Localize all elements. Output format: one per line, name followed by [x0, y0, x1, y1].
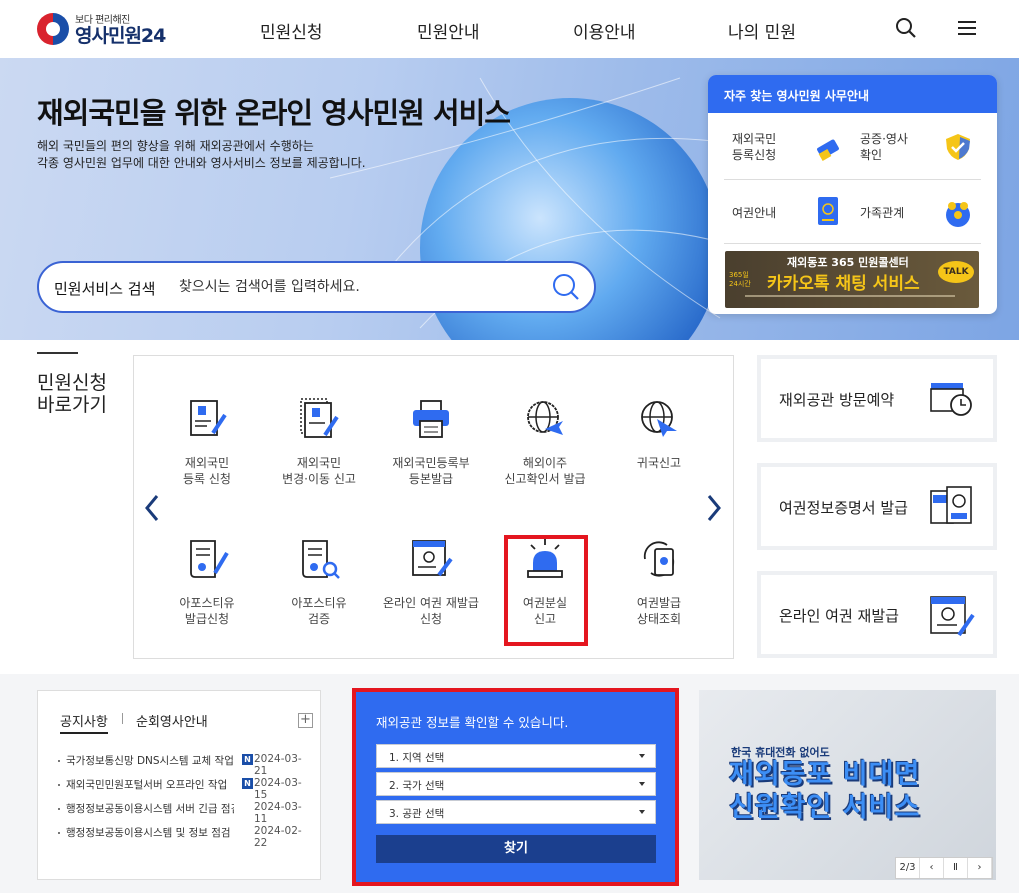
faq-divider: [724, 243, 981, 244]
svc-passport-status[interactable]: 여권발급 상태조회: [604, 537, 714, 627]
search-icon[interactable]: [894, 16, 918, 40]
search-input[interactable]: [179, 273, 539, 301]
page-indicator: 2/3: [896, 858, 920, 878]
faq-item-passport[interactable]: 여권안내: [732, 205, 776, 221]
shortcut-heading: 민원신청 바로가기: [37, 352, 107, 416]
certificate-pen-icon: [190, 540, 229, 578]
next-arrow-icon[interactable]: [705, 493, 723, 523]
svc-resident-change[interactable]: 재외국민 변경·이동 신고: [264, 397, 374, 487]
logo-tagline: 보다 편리해진: [75, 15, 130, 26]
nav-guide[interactable]: 민원안내: [417, 18, 480, 43]
mission-finder: 재외공관 정보를 확인할 수 있습니다. 1. 지역 선택 2. 국가 선택 3…: [352, 688, 679, 886]
prev-arrow-icon[interactable]: [143, 493, 161, 523]
family-icon: [946, 202, 970, 227]
notice-row[interactable]: 행정정보공동이용시스템 서버 긴급 점검 2024-03-11: [58, 801, 313, 825]
taegeuk-logo-icon: [37, 12, 69, 45]
card-online-reissue[interactable]: 온라인 여권 재발급: [757, 571, 997, 658]
heading-bar: [37, 352, 78, 354]
banner-side-text: 365일 24시간: [729, 271, 751, 288]
search-label: 민원서비스 검색: [54, 280, 156, 298]
menu-icon[interactable]: [955, 16, 979, 40]
faq-item-registration[interactable]: 재외국민 등록신청: [732, 131, 776, 163]
faq-panel: 자주 찾는 영사민원 사무안내 재외국민 등록신청 공증·영사 확인 여권안내 가족…: [708, 75, 997, 314]
logo-name: 영사민원24: [75, 25, 166, 47]
svc-apostille-verify[interactable]: 아포스티유 검증: [264, 537, 374, 627]
banner-fine-print: [745, 295, 955, 297]
pen-icon: [817, 139, 839, 161]
kakao-chat-banner[interactable]: 재외동포 365 민원콜센터 365일 24시간 카카오톡 채팅 서비스 TALK: [725, 251, 979, 308]
svc-register-copy[interactable]: 재외국민등록부 등본발급: [376, 397, 486, 487]
passport-form-icon: [930, 596, 975, 637]
notice-row[interactable]: 국가정보통신망 DNS시스템 교체 작업 N 2024-03-21: [58, 753, 313, 777]
passport-cert-icon: [930, 486, 972, 524]
highlight-box: [504, 535, 588, 646]
country-select[interactable]: 2. 국가 선택: [376, 772, 656, 796]
talk-bubble-icon: TALK: [938, 261, 974, 283]
notice-row[interactable]: 행정정보공동이용시스템 및 정보 점검 2024-02-22: [58, 825, 313, 849]
svc-return-report[interactable]: 귀국신고: [604, 397, 714, 471]
nav-apply[interactable]: 민원신청: [260, 18, 323, 43]
passport-refresh-icon: [643, 541, 675, 577]
notice-panel: 공지사항 순회영사안내 + 국가정보통신망 DNS시스템 교체 작업 N 2024-…: [37, 690, 321, 880]
find-button[interactable]: 찾기: [376, 835, 656, 863]
hero-title: 재외국민을 위한 온라인 영사민원 서비스: [37, 96, 511, 130]
change-form-icon: [300, 398, 339, 438]
new-badge: N: [242, 754, 253, 765]
certificate-search-icon: [302, 540, 340, 579]
faq-item-family[interactable]: 가족관계: [860, 205, 904, 221]
globe-plane-icon: [527, 401, 563, 435]
banner-main-text: 카카오톡 채팅 서비스: [767, 274, 920, 294]
prev-slide-button[interactable]: ‹: [920, 858, 944, 878]
nav-usage[interactable]: 이용안내: [573, 18, 636, 43]
banner-top-text: 재외동포 365 민원콜센터: [787, 256, 909, 269]
next-slide-button[interactable]: ›: [968, 858, 992, 878]
notice-row[interactable]: 재외국민민원포털서버 오프라인 작업 N 2024-03-15: [58, 777, 313, 801]
faq-divider: [724, 179, 981, 180]
svc-online-passport-reissue[interactable]: 온라인 여권 재발급 신청: [376, 537, 486, 627]
pause-button[interactable]: Ⅱ: [944, 858, 968, 878]
new-badge: N: [242, 778, 253, 789]
registration-form-icon: [190, 400, 227, 436]
header: 보다 편리해진 영사민원24 민원신청 민원안내 이용안내 나의 민원: [0, 0, 1019, 58]
printer-icon: [413, 400, 449, 438]
promo-headline: 재외동포 비대면 신원확인 서비스: [729, 759, 921, 823]
globe-return-plane-icon: [641, 401, 677, 437]
promo-pager: 2/3 ‹ Ⅱ ›: [895, 857, 993, 879]
tab-consular-tour[interactable]: 순회영사안내: [136, 711, 208, 730]
card-passport-certificate[interactable]: 여권정보증명서 발급: [757, 463, 997, 550]
card-visit-reservation[interactable]: 재외공관 방문예약: [757, 355, 997, 442]
svc-emigration-cert[interactable]: 해외이주 신고확인서 발급: [490, 397, 600, 487]
nav-my[interactable]: 나의 민원: [728, 18, 796, 43]
passport-icon: [818, 197, 838, 225]
passport-form-icon: [412, 540, 453, 577]
faq-item-notary[interactable]: 공증·영사 확인: [860, 131, 908, 163]
finder-title: 재외공관 정보를 확인할 수 있습니다.: [376, 715, 569, 730]
region-select[interactable]: 1. 지역 선택: [376, 744, 656, 768]
hero-subtitle: 해외 국민들의 편의 향상을 위해 재외공관에서 수행하는 각종 영사민원 업무…: [37, 139, 366, 170]
shield-check-icon: [946, 134, 970, 160]
mission-select[interactable]: 3. 공관 선택: [376, 800, 656, 824]
faq-title: 자주 찾는 영사민원 사무안내: [708, 75, 997, 113]
service-search: 민원서비스 검색: [37, 261, 596, 313]
promo-banner[interactable]: 한국 휴대전화 없어도 재외동포 비대면 신원확인 서비스 2/3 ‹ Ⅱ ›: [699, 690, 996, 880]
calendar-clock-icon: [930, 383, 972, 416]
svc-resident-registration[interactable]: 재외국민 등록 신청: [152, 397, 262, 487]
svc-apostille-issue[interactable]: 아포스티유 발급신청: [152, 537, 262, 627]
search-button-icon[interactable]: [552, 273, 580, 301]
site-logo[interactable]: 보다 편리해진 영사민원24: [37, 11, 166, 47]
tab-separator: [122, 713, 123, 724]
more-plus-button[interactable]: +: [298, 713, 313, 728]
tab-notice[interactable]: 공지사항: [60, 711, 108, 734]
